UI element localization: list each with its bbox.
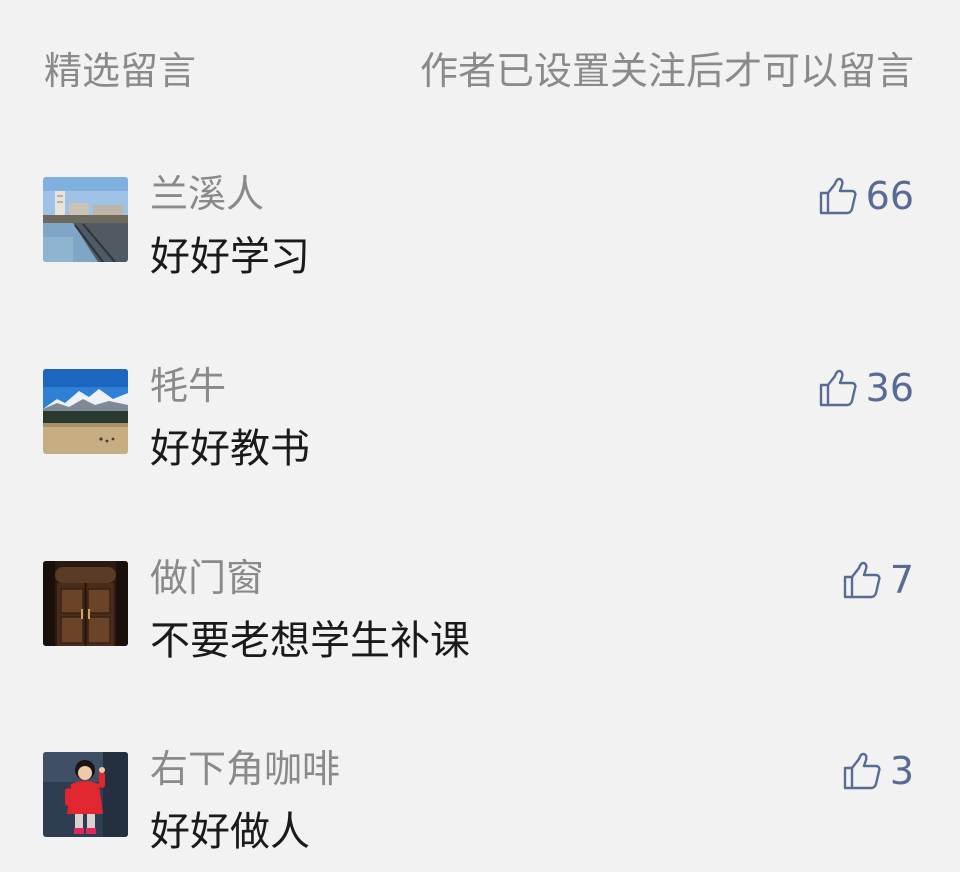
like-count: 36 (865, 366, 914, 410)
comment-nickname: 做门窗 (150, 556, 265, 600)
like-button[interactable]: 3 (842, 748, 914, 794)
like-button[interactable]: 66 (818, 173, 914, 219)
comment-item: 右下角咖啡 好好做人 3 (0, 747, 960, 872)
comments-page: 精选留言 作者已设置关注后才可以留言 兰溪人 好好学习 66 牦牛 好好教书 3… (0, 0, 960, 872)
comment-content: 好好教书 (150, 426, 310, 472)
avatar[interactable] (43, 752, 128, 837)
like-count: 7 (889, 558, 914, 602)
comment-item: 做门窗 不要老想学生补课 7 (0, 556, 960, 721)
like-count: 3 (889, 749, 914, 793)
thumbs-up-icon (819, 177, 857, 215)
comment-nickname: 右下角咖啡 (150, 747, 341, 791)
wooden-door-photo (43, 561, 128, 646)
avatar[interactable] (43, 369, 128, 454)
comments-header: 精选留言 作者已设置关注后才可以留言 (0, 0, 960, 140)
comment-permission-note: 作者已设置关注后才可以留言 (419, 49, 914, 93)
thumbs-up-icon (843, 752, 881, 790)
section-title: 精选留言 (44, 49, 197, 93)
comment-content: 好好学习 (150, 234, 310, 280)
comment-nickname: 牦牛 (150, 364, 227, 408)
avatar[interactable] (43, 561, 128, 646)
avatar[interactable] (43, 177, 128, 262)
comment-nickname: 兰溪人 (150, 172, 265, 216)
like-count: 66 (865, 174, 914, 218)
comment-content: 不要老想学生补课 (150, 618, 470, 664)
child-in-red-photo (43, 752, 128, 837)
harbor-photo (43, 177, 128, 262)
comment-item: 牦牛 好好教书 36 (0, 364, 960, 529)
thumbs-up-icon (819, 369, 857, 407)
comment-item: 兰溪人 好好学习 66 (0, 172, 960, 337)
comment-content: 好好做人 (150, 809, 310, 855)
thumbs-up-icon (843, 561, 881, 599)
like-button[interactable]: 7 (842, 557, 914, 603)
like-button[interactable]: 36 (818, 365, 914, 411)
snow-mountain-photo (43, 369, 128, 454)
